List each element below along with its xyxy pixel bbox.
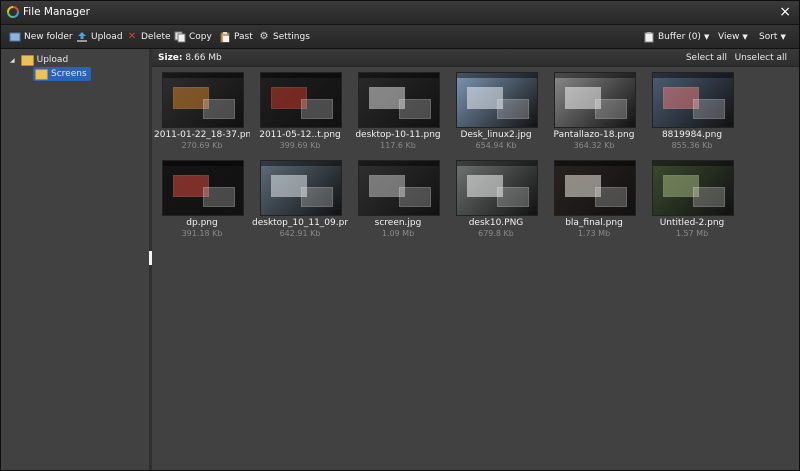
file-name: Pantallazo-18.png [553, 130, 635, 140]
unselect-all-link[interactable]: Unselect all [735, 53, 787, 63]
file-size: 654.94 Kb [475, 141, 517, 150]
tree-node-screens[interactable]: Screens [33, 67, 91, 81]
new-folder-icon [9, 31, 21, 43]
clipboard-icon [643, 31, 655, 43]
file-preview-image [260, 72, 342, 128]
delete-button[interactable]: ✕ Delete [126, 30, 171, 44]
file-preview-image [456, 160, 538, 216]
folder-tree: ◢ Upload Screens [1, 49, 150, 470]
gear-icon: ⚙ [259, 31, 269, 42]
file-thumbnail[interactable]: Desk_linux2.jpg 654.94 Kb [448, 69, 544, 150]
upload-icon [76, 31, 88, 43]
chevron-down-icon: ▼ [780, 33, 786, 41]
view-button[interactable]: View ▼ [718, 30, 748, 44]
window-title: File Manager [23, 6, 90, 18]
tree-node-label: Upload [36, 55, 69, 65]
delete-icon: ✕ [127, 31, 137, 42]
file-preview-image [162, 72, 244, 128]
file-preview-image [652, 160, 734, 216]
info-bar: Size: 8.66 Mb Select all Unselect all [152, 49, 799, 67]
file-name: 2011-01-22_18-37.png [154, 130, 250, 140]
buffer-label: Buffer (0) [658, 32, 701, 42]
file-thumbnail[interactable]: 2011-05-12..t.png 399.69 Kb [252, 69, 348, 150]
file-size: 1.09 Mb [381, 229, 415, 238]
file-thumbnail[interactable]: bla_final.png 1.73 Mb [546, 157, 642, 238]
tree-node-label: Screens [51, 69, 87, 79]
file-size: 642.91 Kb [279, 229, 321, 238]
file-size: 399.69 Kb [279, 141, 321, 150]
file-name: 8819984.png [661, 130, 723, 140]
upload-label: Upload [91, 32, 123, 42]
file-name: bla_final.png [565, 218, 623, 228]
folder-icon [20, 54, 34, 66]
file-size: 855.36 Kb [671, 141, 713, 150]
file-name: dp.png [186, 218, 218, 228]
file-size: 1.73 Mb [577, 229, 611, 238]
delete-label: Delete [141, 32, 171, 42]
sort-button[interactable]: Sort ▼ [759, 30, 786, 44]
file-preview-image [554, 160, 636, 216]
file-size: 679.8 Kb [478, 229, 514, 238]
buffer-button[interactable]: Buffer (0) ▼ [643, 30, 709, 44]
file-name: Desk_linux2.jpg [460, 130, 532, 140]
file-name: 2011-05-12..t.png [259, 130, 341, 140]
size-value: 8.66 Mb [185, 53, 222, 63]
file-thumbnail[interactable]: desktop-10-11.png 117.6 Kb [350, 69, 446, 150]
file-thumbnail[interactable]: Pantallazo-18.png 364.32 Kb [546, 69, 642, 150]
file-size: 364.32 Kb [573, 141, 615, 150]
tree-expander-icon[interactable]: ◢ [10, 57, 15, 64]
paste-button[interactable]: Past [219, 30, 253, 44]
tree-node-upload[interactable]: ◢ Upload [10, 53, 68, 67]
settings-label: Settings [273, 32, 310, 42]
folder-icon [35, 68, 48, 80]
file-name: screen.jpg [374, 218, 422, 228]
new-folder-button[interactable]: New folder [9, 30, 73, 44]
file-thumbnail[interactable]: dp.png 391.18 Kb [154, 157, 250, 238]
file-preview-image [162, 160, 244, 216]
settings-button[interactable]: ⚙ Settings [258, 30, 310, 44]
paste-icon [219, 31, 231, 43]
file-preview-image [554, 72, 636, 128]
file-thumbnail[interactable]: desk10.PNG 679.8 Kb [448, 157, 544, 238]
chevron-down-icon: ▼ [742, 33, 748, 41]
file-thumbnail[interactable]: desktop_10_11_09.png 642.91 Kb [252, 157, 348, 238]
toolbar: New folder Upload ✕ Delete Copy Past ⚙ S… [1, 25, 799, 49]
close-icon[interactable]: × [779, 4, 791, 20]
file-name: desktop_10_11_09.png [252, 218, 348, 228]
file-preview-image [358, 72, 440, 128]
new-folder-label: New folder [24, 32, 73, 42]
copy-button[interactable]: Copy [174, 30, 212, 44]
view-label: View [718, 32, 740, 42]
file-preview-image [456, 72, 538, 128]
file-name: desk10.PNG [468, 218, 524, 228]
file-name: desktop-10-11.png [355, 130, 441, 140]
copy-icon [174, 31, 186, 43]
file-size: 117.6 Kb [380, 141, 416, 150]
sort-label: Sort [759, 32, 778, 42]
file-size: 1.57 Mb [675, 229, 709, 238]
title-bar: File Manager × [1, 1, 799, 25]
select-all-link[interactable]: Select all [686, 53, 727, 63]
upload-button[interactable]: Upload [76, 30, 123, 44]
file-name: Untitled-2.png [659, 218, 725, 228]
file-thumbnail[interactable]: Untitled-2.png 1.57 Mb [644, 157, 740, 238]
file-thumbnail[interactable]: 8819984.png 855.36 Kb [644, 69, 740, 150]
size-label: Size: [158, 53, 183, 63]
file-preview-image [260, 160, 342, 216]
file-manager-window: File Manager × New folder Upload ✕ Delet… [0, 0, 800, 471]
total-size: Size: 8.66 Mb [158, 53, 222, 63]
paste-label: Past [234, 32, 253, 42]
file-panel: Size: 8.66 Mb Select all Unselect all 20… [152, 49, 799, 470]
copy-label: Copy [189, 32, 212, 42]
app-logo-icon [7, 6, 19, 18]
file-thumbnail[interactable]: screen.jpg 1.09 Mb [350, 157, 446, 238]
file-thumbnail[interactable]: 2011-01-22_18-37.png 270.69 Kb [154, 69, 250, 150]
file-size: 270.69 Kb [181, 141, 223, 150]
file-preview-image [358, 160, 440, 216]
chevron-down-icon: ▼ [703, 33, 710, 41]
file-preview-image [652, 72, 734, 128]
file-size: 391.18 Kb [181, 229, 223, 238]
